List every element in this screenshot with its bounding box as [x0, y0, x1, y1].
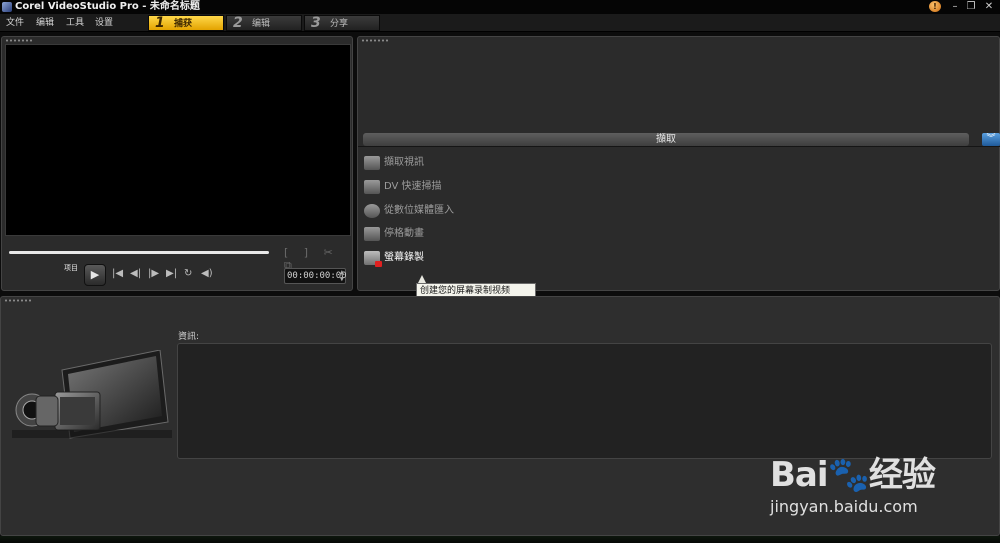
restore-button[interactable]: ❐: [962, 0, 980, 13]
watermark-url: jingyan.baidu.com: [770, 497, 918, 516]
scrubber-bar[interactable]: [9, 251, 269, 254]
panel-grip[interactable]: [5, 39, 33, 42]
disc-icon: [364, 204, 380, 218]
capture-item-label: 螢幕錄製: [384, 252, 424, 263]
previous-frame-icon[interactable]: ◀|: [130, 268, 141, 279]
home-icon[interactable]: |◀: [112, 268, 123, 279]
step-label: 捕获: [174, 19, 193, 29]
camcorder-icon: [364, 156, 380, 170]
step-tab-edit[interactable]: 2 编辑: [226, 15, 302, 31]
timecode-value: 00:00:00:00: [287, 271, 347, 281]
menu-file[interactable]: 文件: [6, 14, 24, 32]
spin-down-icon[interactable]: ▼: [340, 276, 344, 283]
next-frame-icon[interactable]: |▶: [148, 268, 159, 279]
timeline-strip: [0, 536, 1000, 543]
dv-camcorder-icon: [364, 180, 380, 194]
panel-grip[interactable]: [4, 299, 32, 302]
info-label: 資訊:: [178, 332, 200, 342]
repeat-icon[interactable]: ↻: [184, 268, 192, 279]
step-label: 分享: [330, 19, 349, 29]
close-button[interactable]: ✕: [980, 0, 998, 13]
timecode-field[interactable]: 00:00:00:00 ▲ ▼: [284, 268, 347, 284]
end-icon[interactable]: ▶|: [166, 268, 177, 279]
capture-item-label: DV 快速掃描: [384, 181, 442, 192]
screen-record-icon: [364, 251, 382, 267]
volume-icon[interactable]: ◀): [201, 268, 213, 279]
divider: [358, 146, 1000, 147]
capture-item-label: 從數位媒體匯入: [384, 205, 454, 216]
project-mode-label[interactable]: 项目: [64, 263, 78, 273]
film-frame-icon: [364, 227, 380, 241]
capture-header: 擷取: [363, 133, 969, 146]
step-number: 2: [233, 15, 243, 31]
step-label: 编辑: [252, 19, 271, 29]
step-number: 3: [311, 15, 321, 31]
menu-edit[interactable]: 编辑: [36, 14, 54, 32]
step-tab-share[interactable]: 3 分享: [304, 15, 380, 31]
step-tab-capture[interactable]: 1 捕获: [148, 15, 224, 31]
preview-panel: [ ] ✂ ⧉ 项目 ▶ |◀ ◀| |▶ ▶| ↻ ◀) 00:00:00:0…: [1, 36, 353, 291]
info-box: [177, 343, 992, 459]
timecode-spinner[interactable]: ▲ ▼: [340, 269, 344, 283]
menu-tools[interactable]: 工具: [66, 14, 84, 32]
menu-bar: 文件 编辑 工具 设置 1 捕获 2 编辑 3 分享: [0, 14, 1000, 32]
help-icon[interactable]: !: [929, 1, 941, 12]
preview-window: [5, 44, 351, 236]
title-bar: Corel VideoStudio Pro - 未命名标题 ! – ❐ ✕: [0, 0, 1000, 14]
collapse-chevron-icon[interactable]: ︾: [982, 133, 1000, 146]
menu-settings[interactable]: 设置: [95, 14, 113, 32]
window-title: Corel VideoStudio Pro - 未命名标题: [15, 1, 200, 12]
capture-item-label: 停格動畫: [384, 228, 424, 239]
capture-panel: 擷取 ︾ 擷取視訊 DV 快速掃描 從數位媒體匯入 停格動畫 螢幕錄製: [357, 36, 1000, 291]
tooltip-pointer: [418, 275, 426, 283]
watermark-logo: Bai🐾经验: [770, 455, 936, 495]
step-number: 1: [155, 15, 165, 31]
play-button[interactable]: ▶: [84, 264, 106, 286]
panel-grip[interactable]: [361, 39, 389, 42]
app-icon: [2, 2, 12, 12]
capture-devices-illustration-icon: [12, 350, 172, 439]
capture-item-label: 擷取視訊: [384, 157, 424, 168]
